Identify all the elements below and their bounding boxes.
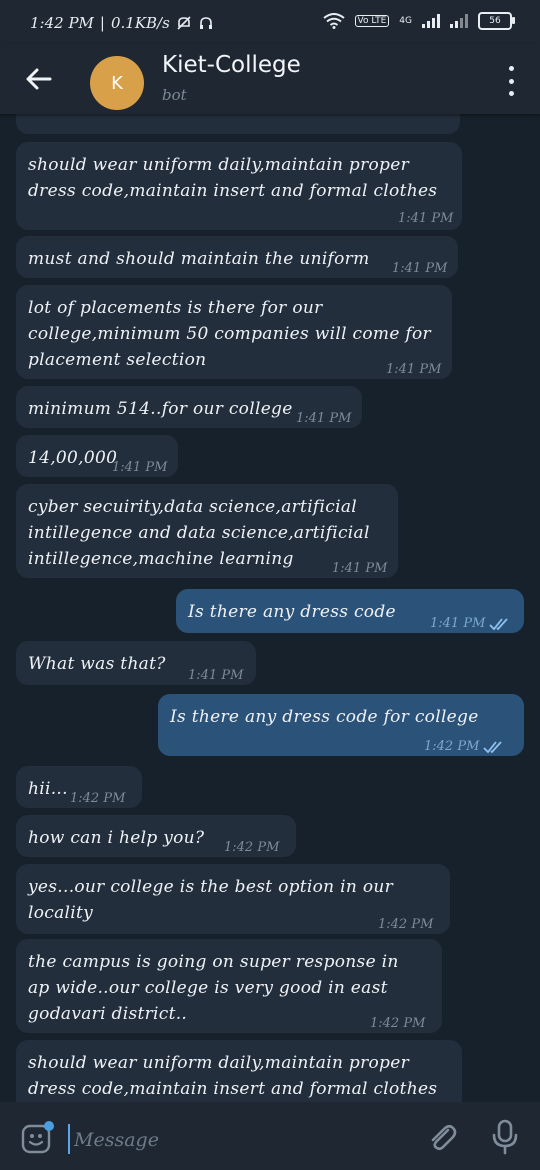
message-time: 1:41 PM	[398, 211, 454, 226]
incoming-message[interactable]: should wear uniform daily,maintain prope…	[16, 142, 462, 230]
message-time: 1:42 PM	[224, 840, 280, 855]
message-text: must and should maintain the uniform	[28, 249, 370, 269]
incoming-message[interactable]: how can i help you? 1:42 PM	[16, 815, 296, 857]
signal-icon	[422, 14, 440, 28]
message-text: the campus is going on super response in	[28, 952, 399, 972]
double-check-icon	[483, 740, 503, 753]
message-time: 1:42 PM	[424, 734, 505, 760]
chat-title[interactable]: Kiet-College	[162, 52, 301, 78]
status-bar: 1:42 PM | 0.1KB/s Vo LTE 4G 56	[0, 0, 540, 44]
message-text: Is there any dress code	[188, 602, 396, 622]
incoming-message[interactable]: yes...our college is the best option in …	[16, 864, 450, 934]
signal-icon-2	[450, 14, 468, 28]
message-time: 1:41 PM	[296, 411, 352, 426]
incoming-message[interactable]: cyber secuirity,data science,artificial i…	[16, 484, 398, 578]
message-text: dress code,maintain insert and formal cl…	[28, 181, 438, 201]
incoming-message[interactable]: must and should maintain the uniform 1:41…	[16, 236, 458, 278]
message-composer	[0, 1102, 540, 1170]
double-check-icon	[489, 617, 509, 630]
message-text: locality	[28, 903, 94, 923]
net-speed: 0.1KB/s	[110, 14, 170, 32]
mute-icon	[177, 16, 191, 30]
incoming-message[interactable]: What was that? 1:41 PM	[16, 641, 256, 685]
message-text: godavari district..	[28, 1004, 188, 1024]
battery-icon: 56	[478, 12, 515, 30]
outgoing-message[interactable]: Is there any dress code for college 1:42 …	[158, 694, 524, 756]
message-text: hii...	[28, 779, 68, 799]
message-text: placement selection	[28, 350, 207, 370]
avatar[interactable]: K	[90, 56, 144, 110]
incoming-message[interactable]: godavari district..1:41 PM	[16, 114, 460, 134]
message-time: 1:41 PM	[112, 460, 168, 475]
wifi-icon	[322, 13, 345, 29]
message-time: 1:41 PM	[386, 362, 442, 377]
message-text: should wear uniform daily,maintain prope…	[28, 1053, 410, 1073]
paperclip-icon[interactable]	[424, 1120, 460, 1156]
message-text: how can i help you?	[28, 828, 205, 848]
message-text: intillegence and data science,artificial	[28, 523, 370, 543]
sticker-emoji-icon[interactable]	[20, 1120, 56, 1156]
message-time: 1:42 PM	[378, 917, 434, 932]
status-time: 1:42 PM	[30, 14, 94, 32]
message-list[interactable]: godavari district..1:41 PMshould wear un…	[0, 114, 540, 1102]
message-text: Is there any dress code for college	[170, 707, 479, 727]
message-text: intillegence,machine learning	[28, 549, 294, 569]
incoming-message[interactable]: the campus is going on super response in…	[16, 939, 442, 1033]
chat-subtitle: bot	[162, 86, 187, 104]
message-time: 1:41 PM	[430, 611, 511, 637]
message-text: dress code,maintain insert and formal cl…	[28, 1079, 438, 1099]
message-text: yes...our college is the best option in …	[28, 877, 394, 897]
headset-icon	[199, 17, 212, 29]
message-time: 1:42 PM	[70, 791, 126, 806]
message-time: 1:41 PM	[188, 668, 244, 683]
incoming-message[interactable]: lot of placements is there for our colleg…	[16, 285, 452, 379]
message-text: college,minimum 50 companies will come f…	[28, 324, 431, 344]
message-text: should wear uniform daily,maintain prope…	[28, 155, 410, 175]
volte-badge: Vo LTE	[354, 15, 390, 27]
message-input[interactable]	[72, 1122, 376, 1158]
message-time: 1:41 PM	[332, 561, 388, 576]
incoming-message[interactable]: hii... 1:42 PM	[16, 766, 142, 808]
message-text: cyber secuirity,data science,artificial	[28, 497, 357, 517]
arrow-left-icon[interactable]	[22, 62, 56, 96]
message-text: minimum 514..for our college	[28, 399, 293, 419]
incoming-message[interactable]: minimum 514..for our college 1:41 PM	[16, 386, 362, 428]
incoming-message[interactable]: should wear uniform daily,maintain prope…	[16, 1040, 462, 1102]
message-text: ap wide..our college is very good in eas…	[28, 978, 388, 998]
chat-header: K Kiet-College bot	[0, 44, 540, 114]
message-text: lot of placements is there for our	[28, 298, 323, 318]
text-cursor	[68, 1124, 70, 1154]
message-text: 14,00,000	[28, 448, 118, 468]
incoming-message[interactable]: 14,00,000 1:41 PM	[16, 435, 178, 477]
more-vertical-icon[interactable]	[504, 66, 518, 96]
message-time: 1:41 PM	[392, 261, 448, 276]
outgoing-message[interactable]: Is there any dress code 1:41 PM	[176, 589, 524, 633]
microphone-icon[interactable]	[488, 1118, 522, 1156]
message-text: What was that?	[28, 654, 166, 674]
message-time: 1:42 PM	[370, 1016, 426, 1031]
network-type: 4G	[399, 16, 412, 26]
